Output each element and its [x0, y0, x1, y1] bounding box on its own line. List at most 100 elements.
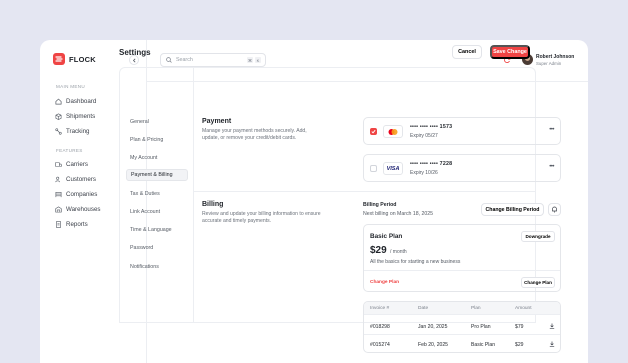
plan-period: / month: [390, 249, 407, 255]
download-icon[interactable]: [549, 323, 555, 329]
invoice-table: Invoice # Date Plan Amount #018298 Jan 2…: [363, 301, 561, 353]
box-icon: [55, 113, 62, 120]
divider: [193, 67, 194, 323]
shortcut-key: K: [255, 57, 261, 63]
change-plan-link[interactable]: Change Plan: [370, 280, 399, 285]
visa-logo: VISA: [386, 165, 400, 172]
brand-name: FLOCK: [69, 54, 96, 64]
users-icon: [55, 176, 60, 183]
sidebar-item-tracking[interactable]: Tracking: [55, 127, 90, 136]
invoice-plan: Pro Plan: [471, 324, 491, 330]
subnav-my-account[interactable]: My Account: [126, 152, 188, 164]
bell-icon: [552, 206, 557, 213]
card-expiry: Expiry 10/26: [410, 170, 438, 176]
user-role: Super Admin: [536, 61, 562, 66]
billing-period-label: Billing Period: [363, 202, 397, 208]
sidebar-item-label: Companies: [66, 191, 98, 198]
plan-price: $29: [370, 245, 387, 256]
sidebar-item-label: Customers: [66, 176, 96, 183]
sidebar-item-label: Tracking: [66, 128, 90, 135]
table-header: Invoice # Date Plan Amount: [364, 302, 560, 315]
payment-card[interactable]: •••• •••• •••• 1573 Expiry 05/27 •••: [363, 117, 561, 145]
mastercard-icon: [383, 125, 403, 138]
sidebar-item-label: Reports: [66, 221, 88, 228]
truck-icon: [55, 162, 62, 167]
report-icon: [56, 221, 61, 228]
sidebar-item-label: Carriers: [66, 161, 89, 168]
warehouse-icon: [55, 206, 62, 213]
building-icon: [55, 192, 62, 198]
check-icon: [371, 129, 376, 134]
current-plan-card: Basic Plan $29 / month All the basics fo…: [363, 224, 561, 292]
sidebar-item-warehouses[interactable]: Warehouses: [55, 205, 101, 214]
user-name: Robert Johnson: [536, 54, 575, 60]
card-number: •••• •••• •••• 1573: [410, 124, 453, 130]
invoice-date: Feb 20, 2025: [418, 342, 449, 348]
sidebar-item-label: Dashboard: [66, 98, 97, 105]
payment-description: Manage your payment methods securely. Ad…: [202, 128, 307, 142]
billing-description: Review and update your billing informati…: [202, 211, 321, 225]
sidebar-item-label: Warehouses: [66, 206, 101, 213]
change-plan-button[interactable]: Change Plan: [521, 277, 555, 288]
invoice-amount: $79: [515, 324, 524, 330]
billing-notification-button[interactable]: [548, 203, 561, 216]
billing-title: Billing: [202, 201, 224, 208]
visa-icon: VISA: [383, 162, 403, 175]
more-options-icon[interactable]: •••: [549, 164, 554, 170]
subnav-password[interactable]: Password: [126, 242, 188, 254]
main-menu-label: MAIN MENU: [56, 84, 85, 89]
subnav-link-account[interactable]: Link Account: [126, 206, 188, 218]
plan-name: Basic Plan: [370, 233, 403, 240]
sidebar-item-shipments[interactable]: Shipments: [55, 112, 95, 121]
subnav-payment-billing[interactable]: Payment & Billing: [126, 169, 188, 181]
shortcut-key: ⌘: [247, 57, 253, 63]
card-expiry: Expiry 05/27: [410, 133, 438, 139]
search-placeholder: Search: [176, 57, 193, 63]
sidebar-item-companies[interactable]: Companies: [55, 190, 97, 199]
subnav-plan-pricing[interactable]: Plan & Pricing: [126, 134, 188, 146]
column-header: Date: [418, 306, 429, 311]
sidebar-item-label: Shipments: [66, 113, 96, 120]
invoice-amount: $29: [515, 342, 524, 348]
plan-description: All the basics for starting a new busine…: [370, 259, 461, 265]
next-billing-date: Next billing on March 18, 2025: [363, 211, 434, 217]
table-row: #015274 Feb 20, 2025 Basic Plan $29: [364, 336, 560, 352]
column-header: Plan: [471, 306, 481, 311]
page-title: Settings: [119, 48, 151, 57]
sidebar-item-reports[interactable]: Reports: [55, 220, 88, 229]
invoice-date: Jan 20, 2025: [418, 324, 448, 330]
flock-logo-icon: [53, 53, 65, 65]
card-select-checkbox[interactable]: [370, 128, 377, 135]
sidebar-item-dashboard[interactable]: Dashboard: [55, 97, 96, 106]
invoice-id: #015274: [370, 342, 390, 348]
sidebar-item-customers[interactable]: Customers: [55, 175, 96, 184]
divider: [364, 270, 560, 271]
features-label: FEATURES: [56, 148, 83, 153]
subnav-notifications[interactable]: Notifications: [126, 261, 188, 273]
payment-title: Payment: [202, 118, 232, 125]
search-input[interactable]: Search ⌘ K: [160, 53, 266, 67]
subnav-tax-duties[interactable]: Tax & Duties: [126, 188, 188, 200]
table-row: #018298 Jan 20, 2025 Pro Plan $79: [364, 318, 560, 335]
search-icon: [166, 57, 172, 63]
chevron-left-icon: [132, 58, 135, 62]
subnav-general[interactable]: General: [126, 116, 188, 128]
download-icon[interactable]: [549, 341, 555, 347]
section-divider: [194, 191, 536, 192]
change-billing-period-button[interactable]: Change Billing Period: [481, 203, 544, 216]
subnav-time-language[interactable]: Time & Language: [126, 224, 188, 236]
downgrade-button[interactable]: Downgrade: [521, 231, 555, 242]
home-icon: [55, 98, 62, 105]
cancel-button[interactable]: Cancel: [452, 45, 482, 59]
sidebar-item-carriers[interactable]: Carriers: [55, 160, 88, 169]
save-change-button[interactable]: Save Change: [490, 45, 530, 59]
brand[interactable]: FLOCK: [53, 53, 96, 65]
column-header: Amount: [515, 306, 532, 311]
card-number: •••• •••• •••• 7228: [410, 161, 453, 167]
payment-card[interactable]: VISA •••• •••• •••• 7228 Expiry 10/26 ••…: [363, 154, 561, 182]
invoice-plan: Basic Plan: [471, 342, 496, 348]
card-select-checkbox[interactable]: [370, 165, 377, 172]
more-options-icon[interactable]: •••: [549, 127, 554, 133]
column-header: Invoice #: [370, 306, 390, 311]
invoice-id: #018298: [370, 324, 390, 330]
